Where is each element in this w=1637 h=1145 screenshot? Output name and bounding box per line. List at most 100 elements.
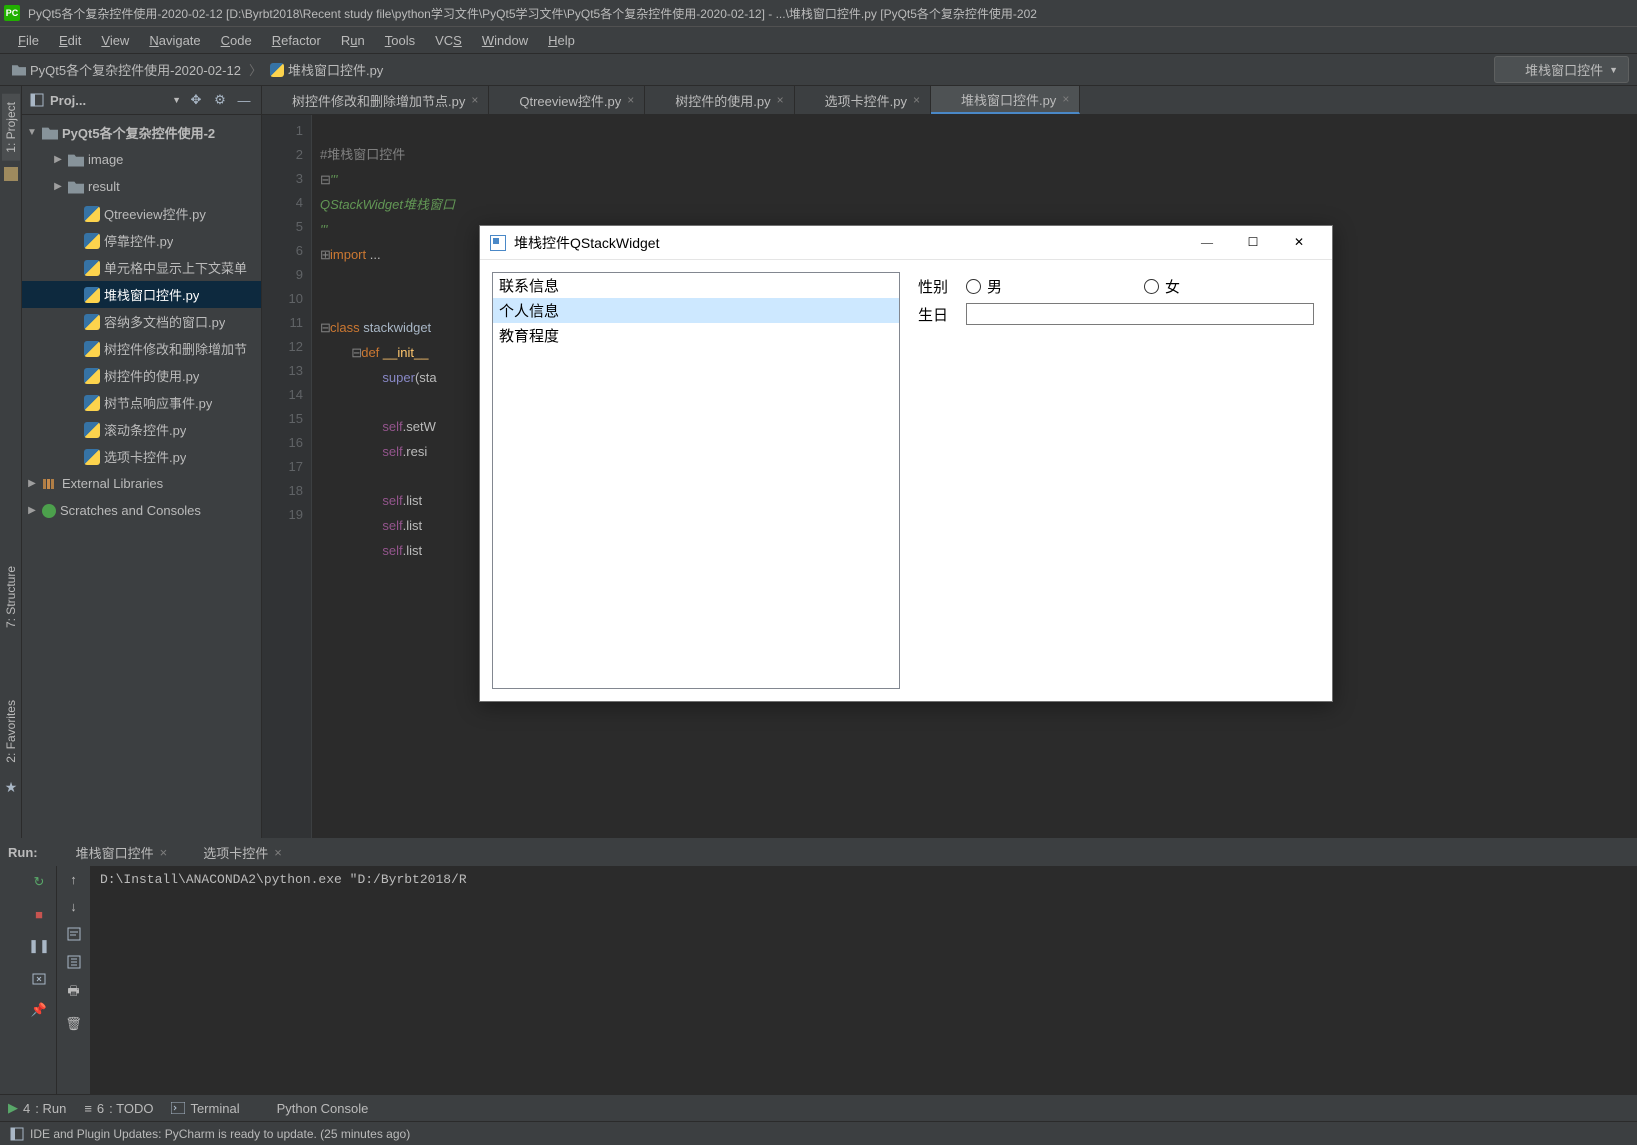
exit-button[interactable] [29, 968, 49, 988]
breadcrumb-root[interactable]: PyQt5各个复杂控件使用-2020-02-12 [8, 58, 245, 81]
pin-button[interactable]: 📌 [29, 1000, 49, 1020]
birthday-row: 生日 [918, 303, 1314, 325]
print-button[interactable]: 🖶 [67, 982, 79, 1004]
expander-icon[interactable]: ▼ [26, 127, 38, 138]
menu-vcs[interactable]: VCS [425, 29, 472, 52]
run-tab[interactable]: 选项卡控件× [175, 840, 290, 865]
gear-icon[interactable]: ⚙ [211, 91, 229, 109]
list-item[interactable]: 联系信息 [493, 273, 899, 298]
scroll-to-end-button[interactable] [66, 954, 82, 970]
editor-tab[interactable]: Qtreeview控件.py× [489, 86, 645, 114]
run-console-output[interactable]: D:\Install\ANACONDA2\python.exe "D:/Byrb… [90, 866, 1637, 1094]
tool-tab-todo[interactable]: ≡ 6: TODO [84, 1101, 153, 1116]
tree-file[interactable]: 堆栈窗口控件.py [22, 281, 261, 308]
tree-file[interactable]: 停靠控件.py [22, 227, 261, 254]
tree-folder[interactable]: ▶result [22, 173, 261, 200]
menu-help[interactable]: Help [538, 29, 585, 52]
editor-tab[interactable]: 堆栈窗口控件.py× [931, 86, 1080, 114]
code-builtin: super [382, 370, 415, 385]
close-icon[interactable]: × [627, 93, 634, 107]
collapse-icon[interactable]: — [235, 91, 253, 109]
minimize-button[interactable]: — [1184, 226, 1230, 260]
qt-list-widget[interactable]: 联系信息个人信息教育程度 [492, 272, 900, 689]
editor-tab[interactable]: 选项卡控件.py× [795, 86, 931, 114]
editor-tab[interactable]: 树控件修改和删除增加节点.py × [262, 86, 489, 114]
folder-stripe-icon[interactable] [4, 167, 18, 181]
editor-tab[interactable]: 树控件的使用.py× [645, 86, 794, 114]
breadcrumb-file-label: 堆栈窗口控件.py [288, 60, 383, 79]
stop-button[interactable]: ■ [29, 904, 49, 924]
run-config-selector[interactable]: 堆栈窗口控件 ▼ [1494, 56, 1629, 83]
menu-navigate[interactable]: Navigate [139, 29, 210, 52]
tree-root[interactable]: ▼ PyQt5各个复杂控件使用-2 [22, 119, 261, 146]
tool-tab-python-console[interactable]: Python Console [258, 1101, 369, 1116]
breadcrumb-file[interactable]: 堆栈窗口控件.py [266, 58, 387, 81]
expander-icon[interactable]: ▶ [52, 181, 64, 192]
close-icon[interactable]: × [1062, 92, 1069, 106]
tree-file[interactable]: 树控件的使用.py [22, 362, 261, 389]
tree-file[interactable]: 树控件修改和删除增加节 [22, 335, 261, 362]
radio-male[interactable]: 男 [966, 276, 1136, 297]
tree-file[interactable]: 选项卡控件.py [22, 443, 261, 470]
status-message: IDE and Plugin Updates: PyCharm is ready… [30, 1127, 410, 1141]
run-tab[interactable]: 堆栈窗口控件× [48, 840, 176, 865]
tool-tab-run[interactable]: ▶4: Run [8, 1100, 66, 1116]
tool-window-favorites-tab[interactable]: 2: Favorites [2, 694, 20, 769]
menu-code[interactable]: Code [211, 29, 262, 52]
python-file-icon [84, 206, 100, 222]
tree-folder[interactable]: ▶image [22, 146, 261, 173]
up-button[interactable]: ↑ [70, 872, 77, 887]
python-file-icon [84, 314, 100, 330]
radio-icon [1144, 279, 1159, 294]
down-button[interactable]: ↓ [70, 899, 77, 914]
tree-file[interactable]: 单元格中显示上下文菜单 [22, 254, 261, 281]
tree-file[interactable]: 树节点响应事件.py [22, 389, 261, 416]
tree-external-libraries[interactable]: ▶ External Libraries [22, 470, 261, 497]
menu-refactor[interactable]: Refactor [262, 29, 331, 52]
chevron-down-icon[interactable]: ▼ [172, 95, 181, 105]
close-icon[interactable]: × [160, 845, 168, 860]
qt-app-window: 堆栈控件QStackWidget — ☐ ✕ 联系信息个人信息教育程度 性别 男… [479, 225, 1333, 702]
close-icon[interactable]: × [274, 845, 282, 860]
close-button[interactable]: ✕ [1276, 226, 1322, 260]
menu-run[interactable]: Run [331, 29, 375, 52]
expander-icon[interactable]: ▶ [26, 478, 38, 489]
run-panel-body: ↻ ■ ❚❚ 📌 ↑ ↓ 🖶 🗑 D:\Install\ANACONDA2\py… [0, 866, 1637, 1094]
menu-edit[interactable]: Edit [49, 29, 91, 52]
tree-file[interactable]: 容纳多文档的窗口.py [22, 308, 261, 335]
tool-window-structure-tab[interactable]: 7: Structure [2, 560, 20, 634]
tool-window-project-tab[interactable]: 1: Project [2, 94, 20, 161]
menu-view[interactable]: View [91, 29, 139, 52]
editor-tab-label: 树控件修改和删除增加节点.py [292, 91, 465, 110]
soft-wrap-button[interactable] [66, 926, 82, 942]
menu-tools[interactable]: Tools [375, 29, 425, 52]
expander-icon[interactable]: ▶ [52, 154, 64, 165]
tree-node-label: 树节点响应事件.py [104, 393, 212, 412]
code-line: QStackWidget堆栈窗口 [320, 197, 455, 212]
maximize-button[interactable]: ☐ [1230, 226, 1276, 260]
close-icon[interactable]: × [913, 93, 920, 107]
pause-button[interactable]: ❚❚ [29, 936, 49, 956]
tree-file[interactable]: Qtreeview控件.py [22, 200, 261, 227]
expander-icon[interactable]: ▶ [26, 505, 38, 516]
tree-scratches[interactable]: ▶ Scratches and Consoles [22, 497, 261, 524]
bottom-tool-bar: ▶4: Run ≡ 6: TODO Terminal Python Consol… [0, 1094, 1637, 1121]
menu-window[interactable]: Window [472, 29, 538, 52]
list-item[interactable]: 教育程度 [493, 323, 899, 348]
code-text: .list [403, 493, 423, 508]
star-icon: ★ [5, 779, 18, 796]
run-config-label: 堆栈窗口控件 [1525, 60, 1603, 79]
menu-file[interactable]: File [8, 29, 49, 52]
delete-button[interactable]: 🗑 [65, 1016, 82, 1032]
scroll-from-source-icon[interactable]: ✥ [187, 91, 205, 109]
project-tree[interactable]: ▼ PyQt5各个复杂控件使用-2 ▶image▶resultQtreeview… [22, 115, 261, 838]
tool-tab-terminal[interactable]: Terminal [171, 1101, 239, 1116]
qt-titlebar[interactable]: 堆栈控件QStackWidget — ☐ ✕ [480, 226, 1332, 260]
list-item[interactable]: 个人信息 [493, 298, 899, 323]
close-icon[interactable]: × [471, 93, 478, 107]
close-icon[interactable]: × [777, 93, 784, 107]
rerun-button[interactable]: ↻ [29, 872, 49, 892]
radio-female[interactable]: 女 [1144, 276, 1314, 297]
birthday-input[interactable] [966, 303, 1314, 325]
tree-file[interactable]: 滚动条控件.py [22, 416, 261, 443]
